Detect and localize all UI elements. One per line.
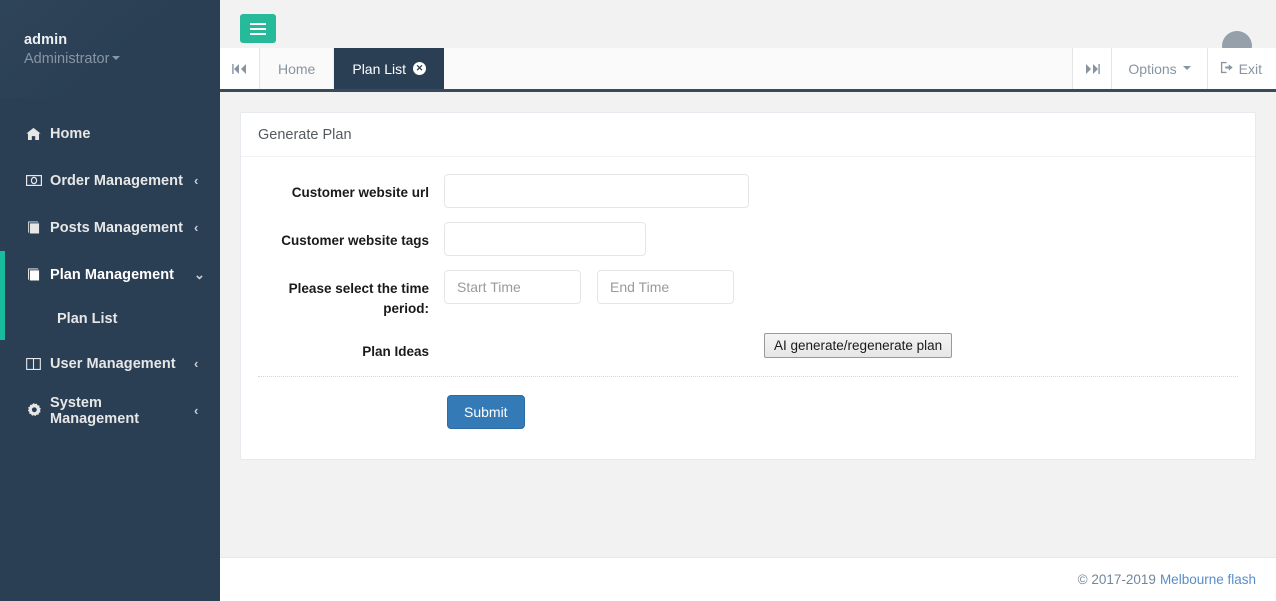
sidebar-item-system-management[interactable]: System Management ‹ [0, 387, 220, 434]
hamburger-bars [250, 20, 266, 38]
tab-bar: Home Plan List ✕ Options Exit [220, 48, 1276, 92]
form-control-wrap [444, 222, 646, 256]
sign-out-icon [1220, 61, 1234, 77]
sidebar-item-arrow: ‹ [194, 173, 199, 188]
submit-button[interactable]: Submit [447, 395, 525, 429]
columns-icon [26, 357, 50, 370]
sidebar-item-arrow: ‹ [194, 403, 199, 418]
sidebar: admin Administrator Home Order Managemen… [0, 0, 220, 601]
form-control-wrap [444, 270, 734, 304]
sidebar-item-plan-management[interactable]: Plan Management ⌄ [5, 251, 220, 298]
panel-header: Generate Plan [241, 113, 1255, 157]
sidebar-item-posts-management[interactable]: Posts Management ‹ [0, 204, 220, 251]
sidebar-item-label: Home [50, 125, 91, 142]
double-chevron-left-icon[interactable] [220, 48, 260, 89]
options-dropdown[interactable]: Options [1112, 48, 1208, 89]
divider [258, 376, 1238, 377]
sidebar-subitem-label: Plan List [57, 311, 118, 327]
sidebar-item-user-management[interactable]: User Management ‹ [0, 340, 220, 387]
home-icon [26, 127, 50, 141]
sidebar-item-home[interactable]: Home [0, 110, 220, 157]
profile-name: admin [24, 32, 68, 48]
form-control-wrap [444, 174, 749, 208]
book-icon [26, 268, 50, 281]
options-label: Options [1128, 60, 1177, 77]
plan-ideas-label: Plan Ideas [362, 344, 429, 359]
top-bar [220, 0, 1276, 61]
tab-label: Home [278, 60, 316, 77]
chevron-down-icon [1182, 66, 1191, 70]
money-icon [26, 175, 50, 186]
sidebar-item-order-management[interactable]: Order Management ‹ [0, 157, 220, 204]
chevron-down-icon: ⌄ [194, 266, 205, 282]
sidebar-profile: admin Administrator [0, 0, 220, 98]
form-row-website-url: Customer website url [258, 174, 1238, 208]
start-time-input[interactable] [444, 270, 581, 304]
sidebar-item-plan-list[interactable]: Plan List [5, 298, 220, 340]
form-row-plan-ideas: Plan Ideas AI generate/regenerate plan [258, 333, 1238, 362]
chevron-down-icon [112, 56, 121, 61]
book-icon [26, 221, 50, 234]
tabs-container: Home Plan List ✕ [260, 48, 1073, 89]
sidebar-item-label: Order Management [50, 172, 183, 189]
customer-website-url-input[interactable] [444, 174, 749, 208]
main-area: Home Plan List ✕ Options Exit Generate P… [220, 0, 1276, 601]
tab-home[interactable]: Home [260, 48, 335, 89]
footer: © 2017-2019 Melbourne flash [220, 557, 1276, 601]
sidebar-section-plan-management: Plan Management ⌄ Plan List [0, 251, 220, 340]
exit-label: Exit [1238, 60, 1262, 77]
page-title: Generate Plan [258, 126, 352, 143]
customer-website-tags-input[interactable] [444, 222, 646, 256]
time-period-label: Please select the time period: [288, 281, 429, 316]
sidebar-item-label: System Management [50, 394, 140, 427]
generate-plan-panel: Generate Plan Customer website url Custo… [240, 112, 1256, 460]
exit-button[interactable]: Exit [1207, 48, 1276, 89]
panel-body: Customer website url Customer website ta… [241, 157, 1255, 459]
form-row-time-period: Please select the time period: [258, 270, 1238, 319]
footer-link[interactable]: Melbourne flash [1160, 572, 1256, 587]
profile-role-row[interactable]: Administrator [24, 49, 220, 69]
tab-plan-list[interactable]: Plan List ✕ [334, 48, 445, 89]
sidebar-menu: Home Order Management ‹ Posts Management… [0, 98, 220, 434]
sidebar-item-label: Posts Management [50, 219, 183, 236]
sidebar-item-arrow: ‹ [194, 356, 199, 371]
form-row-website-tags: Customer website tags [258, 222, 1238, 256]
footer-copyright: © 2017-2019 [1077, 572, 1156, 587]
hamburger-icon[interactable] [240, 14, 276, 43]
customer-website-url-label: Customer website url [291, 185, 429, 200]
content-area: Generate Plan Customer website url Custo… [220, 92, 1276, 460]
sidebar-item-arrow: ‹ [194, 220, 199, 235]
ai-generate-plan-button[interactable]: AI generate/regenerate plan [764, 333, 953, 358]
profile-role: Administrator [24, 51, 110, 67]
end-time-input[interactable] [597, 270, 734, 304]
tab-label: Plan List [352, 60, 407, 77]
sidebar-item-label: Plan Management [50, 266, 175, 283]
customer-website-tags-label: Customer website tags [281, 233, 429, 248]
close-circle-icon[interactable]: ✕ [413, 62, 427, 75]
double-chevron-right-icon[interactable] [1072, 48, 1113, 89]
gear-icon [26, 403, 50, 418]
sidebar-item-label: User Management [50, 355, 176, 372]
